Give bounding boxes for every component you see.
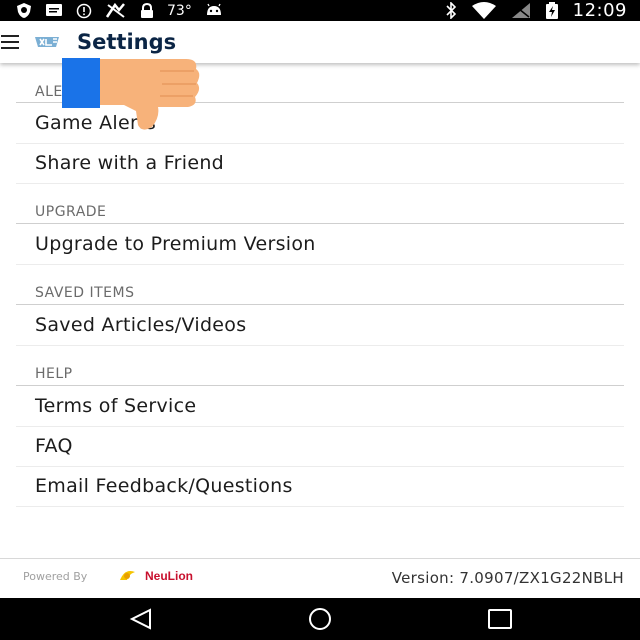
- no-signal-icon: [105, 2, 125, 18]
- thumbs-down-icon: [62, 58, 200, 130]
- android-icon: [206, 3, 221, 15]
- status-bar: 73° 12:09: [0, 0, 640, 21]
- item-divider: [16, 345, 624, 346]
- neulion-brand-text: NeuLion: [145, 569, 193, 583]
- version-text: Version: 7.0907/ZX1G22NBLH: [391, 569, 624, 587]
- item-divider: [16, 506, 624, 507]
- battery-icon: [545, 1, 558, 19]
- status-right-icons: 12:09: [445, 0, 627, 21]
- list-item-faq[interactable]: FAQ: [16, 427, 624, 467]
- back-triangle-icon[interactable]: [127, 607, 155, 631]
- page-title: Settings: [77, 30, 177, 54]
- neulion-logo: NeuLion: [120, 569, 193, 583]
- unc-logo-icon: [35, 37, 59, 47]
- section-divider: [16, 385, 624, 386]
- recents-square-icon[interactable]: [486, 607, 514, 631]
- menu-icon[interactable]: [0, 34, 20, 50]
- list-item-share-with-friend[interactable]: Share with a Friend: [16, 144, 624, 184]
- home-circle-icon[interactable]: [306, 607, 334, 631]
- lock-icon: [141, 2, 153, 18]
- message-icon: [46, 4, 62, 16]
- bluetooth-icon: [446, 2, 456, 19]
- section-header-help: HELP: [35, 366, 73, 382]
- powered-by-text: Powered By: [23, 570, 88, 583]
- list-item-email-feedback[interactable]: Email Feedback/Questions: [16, 467, 624, 507]
- list-item-upgrade-premium[interactable]: Upgrade to Premium Version: [16, 225, 624, 265]
- list-item-saved-articles[interactable]: Saved Articles/Videos: [16, 306, 624, 346]
- list-item-label: Saved Articles/Videos: [35, 314, 247, 336]
- system-nav-bar: [0, 598, 640, 640]
- item-divider: [16, 183, 624, 184]
- shield-icon: [17, 3, 31, 18]
- no-sim-icon: [511, 3, 530, 18]
- list-item-label: Terms of Service: [35, 395, 197, 417]
- wifi-icon: [471, 2, 496, 19]
- list-item-terms-of-service[interactable]: Terms of Service: [16, 387, 624, 427]
- list-item-label: Email Feedback/Questions: [35, 475, 293, 497]
- item-divider: [16, 264, 624, 265]
- list-item-label: Share with a Friend: [35, 152, 225, 174]
- list-item-label: FAQ: [35, 435, 73, 457]
- temperature-text: 73°: [167, 2, 192, 19]
- section-header-upgrade: UPGRADE: [35, 204, 107, 220]
- section-divider: [16, 223, 624, 224]
- list-item-label: Upgrade to Premium Version: [35, 233, 316, 255]
- status-left-icons: 73°: [16, 0, 223, 21]
- section-divider: [16, 304, 624, 305]
- section-header-saved-items: SAVED ITEMS: [35, 285, 135, 301]
- footer: Powered By NeuLion Version: 7.0907/ZX1G2…: [0, 558, 640, 599]
- clock-text: 12:09: [572, 0, 627, 21]
- info-circle-icon: [76, 3, 92, 18]
